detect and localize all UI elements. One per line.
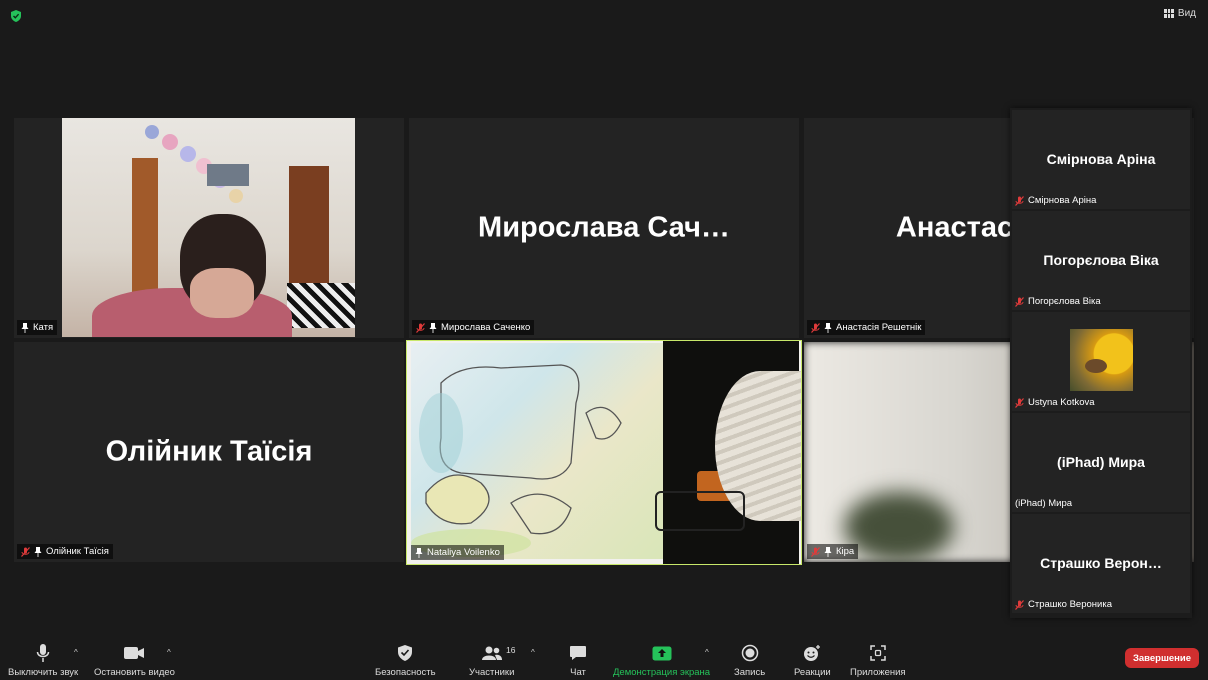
- participants-button[interactable]: Участники: [469, 636, 514, 678]
- side-tile-strashko[interactable]: Страшко Верон… Страшко Вероника: [1012, 514, 1190, 613]
- side-tile-kotkova[interactable]: Ustyna Kotkova: [1012, 312, 1190, 411]
- video-tile-myroslava[interactable]: Мирослава Сач… Мирослава Саченко: [409, 118, 799, 338]
- security-button[interactable]: Безопасность: [375, 636, 436, 678]
- side-tile-smirnova[interactable]: Смірнова Аріна Смірнова Аріна: [1012, 110, 1190, 209]
- participants-count: 16: [506, 645, 516, 655]
- mic-muted-icon: [811, 322, 820, 333]
- participant-display-name: Мирослава Сач…: [478, 211, 730, 244]
- pin-icon: [824, 322, 832, 333]
- pin-icon: [824, 546, 832, 557]
- end-meeting-button[interactable]: Завершение: [1125, 648, 1199, 668]
- participant-name-tag: Страшко Вероника: [1015, 599, 1112, 610]
- microphone-icon: [36, 644, 50, 662]
- security-shield-icon: [398, 645, 413, 661]
- participant-display-name: Страшко Верон…: [1040, 554, 1162, 571]
- video-options-chevron-icon[interactable]: ^: [167, 648, 171, 657]
- pin-icon: [429, 322, 437, 333]
- pin-icon: [21, 322, 29, 333]
- participant-display-name: (iPhad) Мира: [1057, 453, 1145, 470]
- side-tile-myra[interactable]: (iPhad) Мира (iPhad) Мира: [1012, 413, 1190, 512]
- chat-bubble-icon: [570, 646, 586, 660]
- meeting-controls-toolbar: Выключить звук ^ Остановить видео ^ Безо…: [0, 636, 1208, 680]
- mic-muted-icon: [416, 322, 425, 333]
- view-button[interactable]: Вид: [1163, 8, 1196, 19]
- mic-muted-icon: [1015, 195, 1024, 206]
- reactions-emoji-icon: [804, 645, 821, 661]
- participant-name-tag: Погорєлова Віка: [1015, 296, 1101, 307]
- share-screen-icon: [652, 646, 672, 660]
- participant-display-name: Погорєлова Віка: [1043, 251, 1159, 268]
- profile-picture: [1070, 329, 1133, 391]
- chat-button[interactable]: Чат: [567, 636, 589, 678]
- apps-button[interactable]: Приложения: [850, 636, 906, 678]
- participant-name-tag: Кіра: [807, 544, 859, 559]
- mic-muted-icon: [1015, 397, 1024, 408]
- view-label: Вид: [1177, 8, 1196, 19]
- participants-options-chevron-icon[interactable]: ^: [531, 648, 535, 657]
- participant-strip-panel[interactable]: Смірнова Аріна Смірнова Аріна Погорєлова…: [1010, 108, 1192, 618]
- grid-view-icon: [1163, 9, 1174, 18]
- audio-options-chevron-icon[interactable]: ^: [74, 648, 78, 657]
- pin-icon: [34, 546, 42, 557]
- video-tile-katya[interactable]: Катя: [14, 118, 404, 338]
- participants-icon: [481, 646, 502, 660]
- record-icon: [741, 644, 758, 662]
- participant-name-tag: Анастасія Решетнік: [807, 320, 926, 335]
- pin-icon: [415, 547, 423, 558]
- participant-name-tag: Смірнова Аріна: [1015, 195, 1096, 206]
- mute-button[interactable]: Выключить звук: [8, 636, 78, 678]
- participant-display-name: Смірнова Аріна: [1046, 150, 1156, 167]
- stop-video-button[interactable]: Остановить видео: [94, 636, 175, 678]
- participant-name-tag: (iPhad) Мира: [1015, 498, 1073, 509]
- coloring-drawing: [411, 364, 622, 557]
- participant-name-tag: Ustyna Kotkova: [1015, 397, 1095, 408]
- share-options-chevron-icon[interactable]: ^: [705, 648, 709, 657]
- mic-muted-icon: [1015, 296, 1024, 307]
- video-tile-nataliya-active-speaker[interactable]: Nataliya Voilenko: [406, 340, 802, 565]
- participant-name-tag: Nataliya Voilenko: [411, 545, 504, 560]
- video-tile-oliinyk[interactable]: Олійник Таїсія Олійник Таїсія: [14, 342, 404, 562]
- security-shield-icon[interactable]: [9, 9, 23, 23]
- reactions-button[interactable]: Реакции: [794, 636, 831, 678]
- mic-muted-icon: [21, 546, 30, 557]
- participant-video: [407, 341, 801, 564]
- mic-muted-icon: [811, 546, 820, 557]
- apps-icon: [870, 645, 886, 661]
- side-tile-pohorielova[interactable]: Погорєлова Віка Погорєлова Віка: [1012, 211, 1190, 310]
- participant-name-tag: Олійник Таїсія: [17, 544, 113, 559]
- participant-name-tag: Мирослава Саченко: [412, 320, 535, 335]
- video-camera-icon: [124, 647, 145, 659]
- share-screen-button[interactable]: Демонстрация экрана: [613, 636, 710, 678]
- participant-display-name: Олійник Таїсія: [105, 435, 313, 468]
- record-button[interactable]: Запись: [734, 636, 765, 678]
- participant-name-tag: Катя: [17, 320, 58, 335]
- mic-muted-icon: [1015, 599, 1024, 610]
- participant-video: [62, 118, 355, 337]
